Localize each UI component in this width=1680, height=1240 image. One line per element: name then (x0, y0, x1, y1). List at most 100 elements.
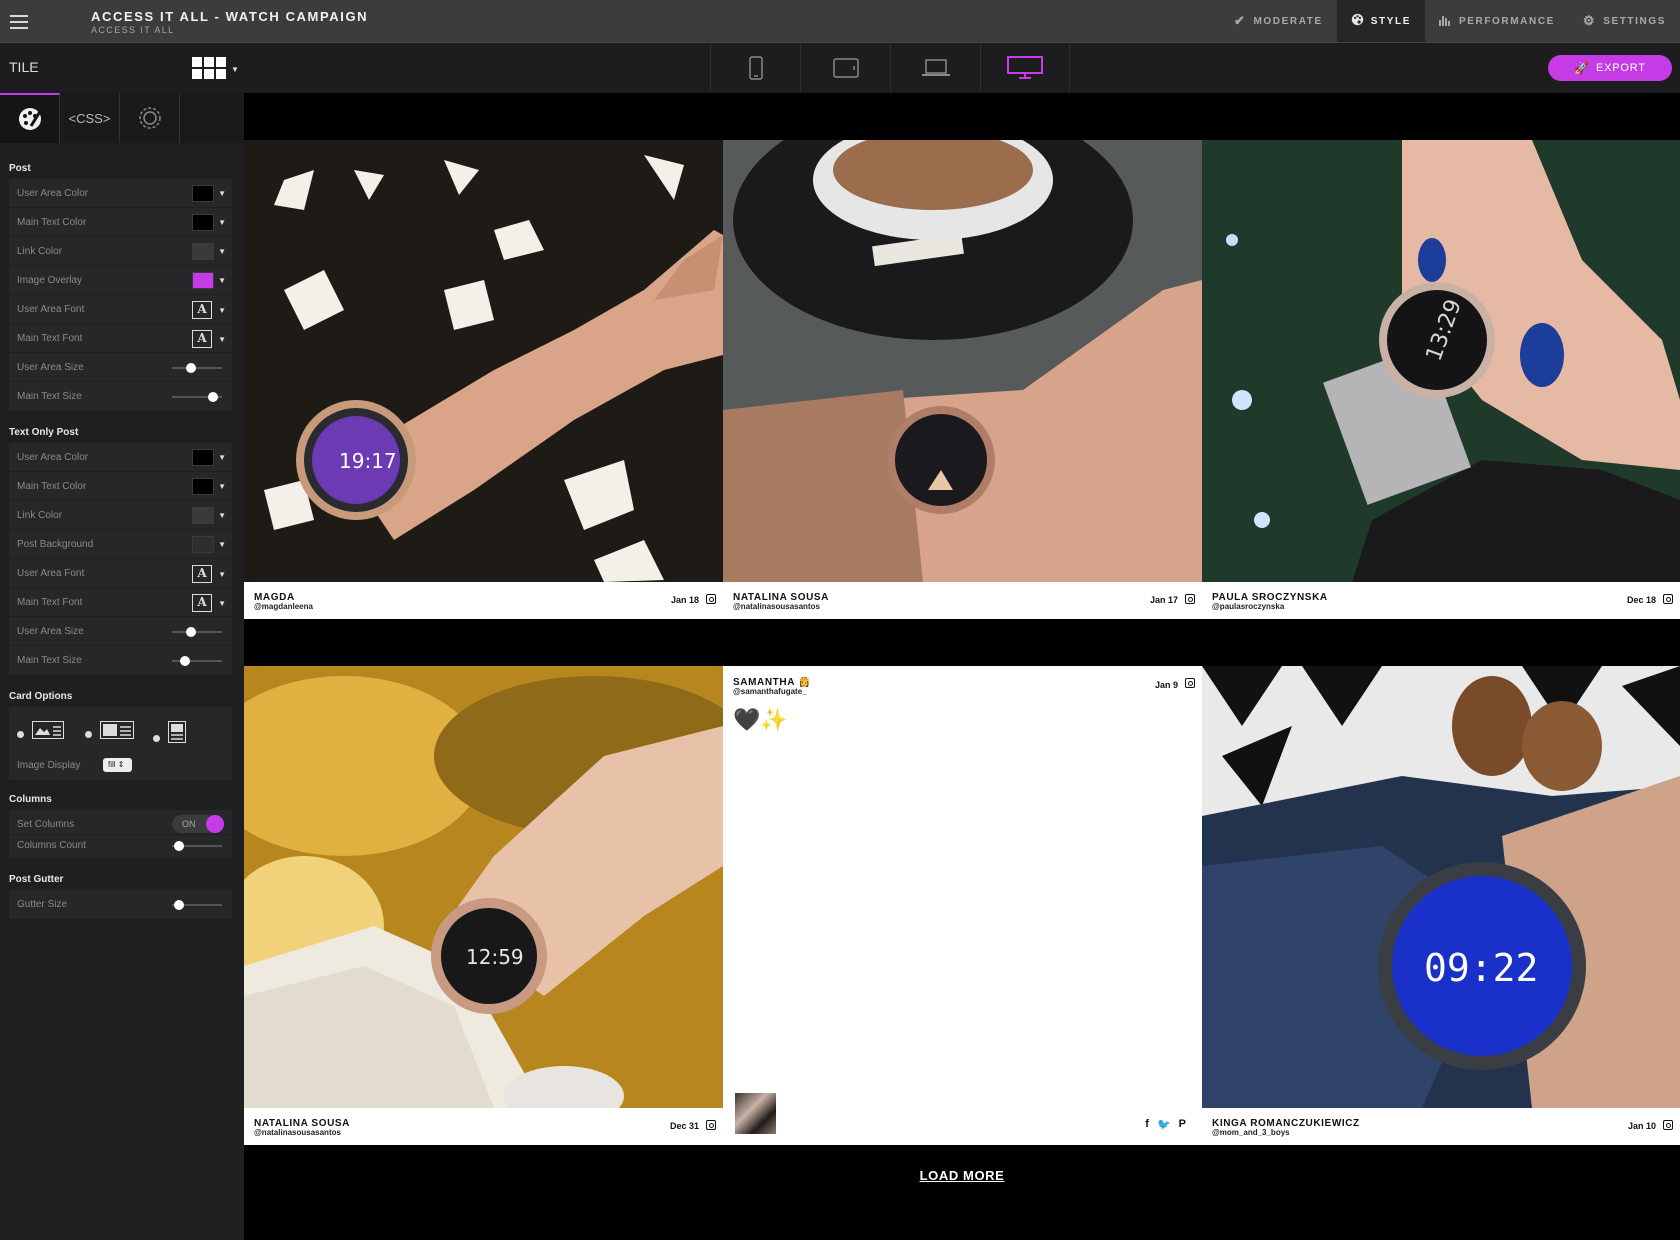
post-link-color-label: Link Color (17, 246, 63, 257)
post-author-handle[interactable]: @natalinasousasantos (254, 1128, 341, 1137)
post-date: Jan 18 (670, 595, 699, 605)
text-link-color-picker[interactable]: ▼ (192, 507, 226, 524)
load-more-button[interactable]: LOAD MORE (244, 1168, 1680, 1183)
post-link-color-picker[interactable]: ▼ (192, 243, 226, 260)
radio-button[interactable] (17, 731, 24, 739)
post-card[interactable]: 09:22 KINGA ROMANCZUKIEWICZ @mom_and_3_b… (1202, 666, 1680, 1145)
pinterest-icon[interactable]: P (1179, 1118, 1186, 1131)
post-user-area-color-picker[interactable]: ▼ (192, 185, 226, 202)
post-author-handle[interactable]: @magdanleena (254, 602, 313, 611)
svg-text:12:59: 12:59 (466, 945, 524, 969)
post-card[interactable]: 19:17 MAGDA @magdanleena Jan 18 (244, 140, 723, 619)
section-columns-title: Columns (9, 794, 52, 805)
post-card[interactable]: 13:29 PAULA SROCZYNSKA @paulasroczynska … (1202, 140, 1680, 619)
chevron-down-icon: ▼ (218, 540, 226, 549)
post-user-area-font-picker[interactable]: A ▼ (192, 301, 226, 319)
text-main-text-font-picker[interactable]: A ▼ (192, 594, 226, 612)
slider-knob[interactable] (186, 363, 196, 373)
instagram-icon[interactable] (1185, 678, 1195, 688)
layout-dropdown-caret-icon[interactable]: ▼ (231, 65, 239, 74)
text-post-card[interactable]: SAMANTHA 👸 @samanthafugate_ Jan 9 🖤✨ f 🐦… (723, 666, 1202, 1145)
text-user-area-color-picker[interactable]: ▼ (192, 449, 226, 466)
text-user-area-font-picker[interactable]: A ▼ (192, 565, 226, 583)
post-main-text-size-slider[interactable] (172, 392, 222, 402)
card-layout-option-1[interactable] (17, 721, 65, 744)
post-image[interactable] (723, 140, 1202, 582)
device-desktop[interactable] (980, 43, 1070, 93)
slider-knob[interactable] (174, 900, 184, 910)
section-text-only-post-title: Text Only Post (9, 427, 79, 438)
post-main-text-font-row: Main Text Font A ▼ (9, 324, 232, 353)
device-phone[interactable] (710, 43, 800, 93)
instagram-icon[interactable] (1663, 1120, 1673, 1130)
post-author-handle[interactable]: @natalinasousasantos (733, 602, 820, 611)
instagram-icon[interactable] (706, 1120, 716, 1130)
image-text-right-icon (100, 721, 135, 739)
color-swatch (192, 449, 214, 466)
post-main-text-font-picker[interactable]: A ▼ (192, 330, 226, 348)
card-layout-option-2[interactable] (85, 721, 135, 744)
post-image[interactable]: 19:17 (244, 140, 723, 582)
radio-button[interactable] (153, 735, 160, 743)
slider-knob[interactable] (186, 627, 196, 637)
bar-chart-icon (1438, 14, 1452, 29)
post-author-handle[interactable]: @mom_and_3_boys (1212, 1128, 1290, 1137)
hamburger-menu-icon[interactable] (10, 15, 28, 29)
tab-css[interactable]: <CSS> (60, 93, 120, 143)
text-main-text-font-label: Main Text Font (17, 597, 83, 608)
slider-knob[interactable] (174, 841, 184, 851)
text-main-text-size-label: Main Text Size (17, 655, 82, 666)
text-main-text-font-row: Main Text Font A ▼ (9, 588, 232, 617)
post-card[interactable]: 12:59 NATALINA SOUSA @natalinasousasanto… (244, 666, 723, 1145)
campaign-title-block: ACCESS IT ALL - WATCH CAMPAIGN ACCESS IT… (91, 9, 368, 35)
post-author-handle[interactable]: @paulasroczynska (1212, 602, 1284, 611)
instagram-icon[interactable] (1185, 594, 1195, 604)
text-user-area-size-slider[interactable] (172, 627, 222, 637)
post-footer: MAGDA @magdanleena Jan 18 (244, 582, 723, 619)
nav-settings[interactable]: ⚙ SETTINGS (1569, 0, 1680, 42)
check-icon: ✔ (1233, 13, 1247, 28)
post-image[interactable]: 09:22 (1202, 666, 1680, 1108)
instagram-icon[interactable] (706, 594, 716, 604)
device-laptop[interactable] (890, 43, 980, 93)
columns-count-slider[interactable] (172, 841, 222, 851)
post-main-text-color-picker[interactable]: ▼ (192, 214, 226, 231)
gutter-size-label: Gutter Size (17, 899, 68, 910)
post-author-handle[interactable]: @samanthafugate_ (733, 687, 807, 696)
text-post-background-picker[interactable]: ▼ (192, 536, 226, 553)
twitter-icon[interactable]: 🐦 (1157, 1118, 1171, 1131)
post-main-text-color-row: Main Text Color ▼ (9, 208, 232, 237)
text-main-text-size-slider[interactable] (172, 656, 222, 666)
top-nav: ✔ MODERATE STYLE PERFORMANCE ⚙ SETTINGS (1220, 0, 1680, 42)
post-user-area-size-slider[interactable] (172, 363, 222, 373)
facebook-icon[interactable]: f (1145, 1118, 1149, 1131)
post-card[interactable]: NATALINA SOUSA @natalinasousasantos Jan … (723, 140, 1202, 619)
export-button[interactable]: 🚀 EXPORT (1548, 55, 1672, 81)
set-columns-toggle[interactable]: ON (172, 815, 224, 833)
svg-text:09:22: 09:22 (1424, 946, 1538, 990)
post-image[interactable]: 12:59 (244, 666, 723, 1126)
slider-knob[interactable] (208, 392, 218, 402)
avatar[interactable] (735, 1093, 776, 1134)
tab-settings[interactable] (120, 93, 180, 143)
nav-style[interactable]: STYLE (1336, 0, 1425, 42)
radio-button[interactable] (85, 731, 92, 739)
style-sidebar: <CSS> Post User Area Color ▼ Main Text C… (0, 93, 244, 1240)
gutter-size-slider[interactable] (172, 900, 222, 910)
tab-design[interactable] (0, 93, 60, 143)
nav-style-label: STYLE (1370, 15, 1411, 27)
layout-grid-icon[interactable] (192, 57, 226, 79)
nav-moderate[interactable]: ✔ MODERATE (1220, 0, 1337, 42)
sidebar-tabs: <CSS> (0, 93, 244, 143)
slider-knob[interactable] (180, 656, 190, 666)
nav-performance[interactable]: PERFORMANCE (1425, 0, 1569, 42)
post-image[interactable]: 13:29 (1202, 140, 1680, 582)
post-image-overlay-picker[interactable]: ▼ (192, 272, 226, 289)
text-main-text-color-picker[interactable]: ▼ (192, 478, 226, 495)
card-layout-option-3[interactable] (153, 721, 187, 748)
image-display-select[interactable]: fill ⇕ (103, 758, 132, 772)
image-text-left-icon (32, 721, 65, 739)
color-swatch (192, 536, 214, 553)
instagram-icon[interactable] (1663, 594, 1673, 604)
device-tablet[interactable] (800, 43, 890, 93)
